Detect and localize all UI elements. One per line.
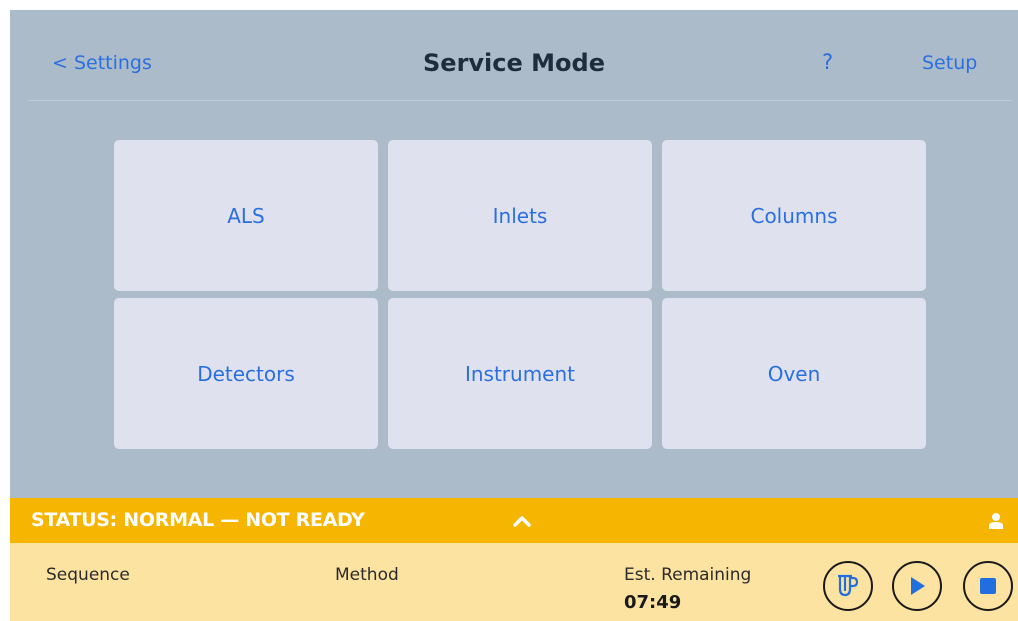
chevron-up-icon	[513, 516, 531, 527]
instrument-tile[interactable]: Instrument	[388, 298, 652, 449]
als-tile[interactable]: ALS	[114, 140, 378, 291]
status-bar: STATUS: NORMAL — NOT READY	[10, 498, 1018, 543]
header: < Settings Service Mode ? Setup	[10, 10, 1018, 102]
columns-tile[interactable]: Columns	[662, 140, 926, 291]
header-divider	[28, 100, 1012, 101]
stop-icon	[980, 578, 996, 594]
setup-link[interactable]: Setup	[922, 52, 977, 74]
oven-tile[interactable]: Oven	[662, 298, 926, 449]
sequence-label: Sequence	[46, 565, 130, 585]
page-title: Service Mode	[423, 49, 605, 77]
service-tile-grid: ALS Inlets Columns Detectors Instrument …	[114, 140, 926, 449]
stop-run-button[interactable]	[963, 561, 1013, 611]
remaining-label: Est. Remaining	[624, 565, 752, 585]
expand-status-button[interactable]	[508, 508, 536, 534]
app-window: < Settings Service Mode ? Setup ALS Inle…	[10, 10, 1018, 621]
help-button[interactable]: ?	[822, 50, 833, 74]
remaining-time: 07:49	[624, 592, 682, 613]
method-label: Method	[335, 565, 399, 585]
user-icon	[989, 512, 1003, 529]
inlets-tile[interactable]: Inlets	[388, 140, 652, 291]
back-to-settings-link[interactable]: < Settings	[52, 52, 152, 74]
run-info-bar: Sequence Method Est. Remaining 07:49	[10, 543, 1018, 621]
prep-run-button[interactable]	[823, 561, 873, 611]
prep-run-icon	[838, 574, 859, 597]
user-button[interactable]	[986, 510, 1006, 530]
detectors-tile[interactable]: Detectors	[114, 298, 378, 449]
status-text: STATUS: NORMAL — NOT READY	[31, 509, 365, 531]
start-run-button[interactable]	[892, 561, 942, 611]
play-icon	[911, 577, 925, 595]
